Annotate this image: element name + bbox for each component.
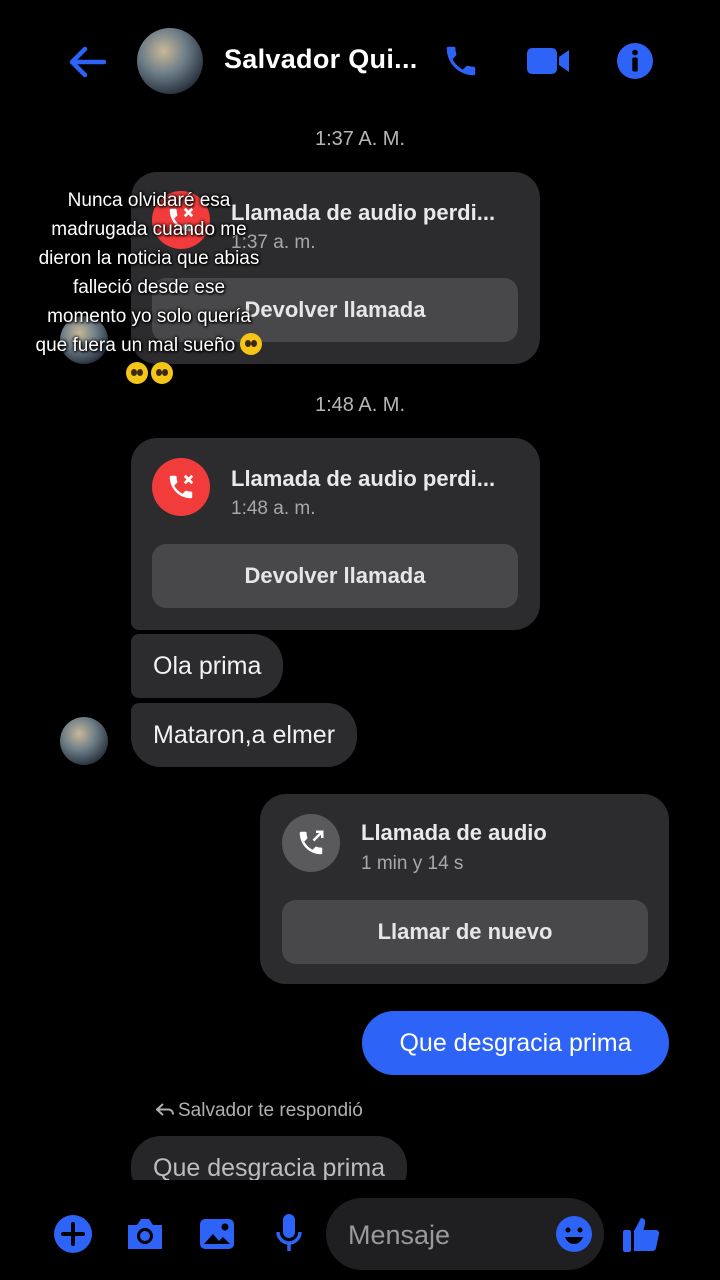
- outgoing-message[interactable]: Que desgracia prima: [362, 1011, 669, 1075]
- info-icon: [617, 43, 653, 79]
- video-call-button[interactable]: [524, 40, 572, 82]
- contact-avatar-small: [60, 717, 108, 765]
- overlay-caption: Nunca olvidaré esa madrugada cuando me d…: [14, 186, 284, 389]
- call-duration: 1 min y 14 s: [361, 853, 464, 874]
- caption-line: momento yo solo quería: [47, 306, 251, 327]
- outgoing-call-icon: [282, 814, 340, 872]
- outgoing-call-card[interactable]: Llamada de audio 1 min y 14 s Llamar de …: [260, 794, 669, 984]
- caption-line: falleció desde ese: [72, 277, 226, 298]
- add-button[interactable]: [50, 1212, 96, 1256]
- call-time: 1:48 a. m.: [231, 498, 316, 519]
- timestamp: 1:48 A. M.: [314, 394, 406, 416]
- reply-quote-clip: Que desgracia prima: [131, 1136, 441, 1180]
- phone-icon: [446, 46, 476, 76]
- back-arrow-icon: [69, 46, 106, 78]
- emoji-button[interactable]: [552, 1212, 596, 1256]
- call-back-button[interactable]: Devolver llamada: [152, 544, 518, 608]
- pleading-face-emoji: [150, 362, 173, 384]
- info-button[interactable]: [612, 38, 658, 84]
- plus-icon: [54, 1215, 92, 1253]
- camera-icon: [128, 1219, 162, 1249]
- contact-name[interactable]: Salvador Qui...: [224, 44, 418, 75]
- reply-quote[interactable]: Que desgracia prima: [131, 1136, 408, 1180]
- like-button[interactable]: [618, 1210, 664, 1258]
- audio-call-button[interactable]: [438, 38, 484, 84]
- pleading-face-emoji: [125, 362, 148, 384]
- caption-line: madrugada cuando me: [51, 219, 247, 240]
- voice-button[interactable]: [266, 1210, 312, 1256]
- back-button[interactable]: [64, 40, 110, 84]
- caption-line-with-emoji: que fuera un mal sueño: [14, 331, 284, 360]
- contact-avatar[interactable]: [137, 28, 203, 94]
- caption-line: dieron la noticia que abias: [38, 248, 260, 269]
- reply-notice-text: Salvador te respondió: [178, 1100, 363, 1121]
- pleading-face-emoji: [240, 333, 263, 355]
- missed-call-card[interactable]: Llamada de audio perdi... 1:48 a. m. Dev…: [131, 438, 540, 630]
- emoji-icon: [556, 1216, 592, 1252]
- incoming-message[interactable]: Mataron,a elmer: [131, 703, 358, 767]
- call-title: Llamada de audio: [361, 820, 547, 845]
- thumbs-up-icon: [623, 1218, 660, 1252]
- image-icon: [200, 1219, 234, 1249]
- microphone-icon: [276, 1214, 302, 1251]
- gallery-button[interactable]: [194, 1212, 240, 1256]
- caption-emoji-row: [14, 360, 284, 389]
- missed-call-icon: [152, 458, 210, 516]
- incoming-message[interactable]: Ola prima: [131, 634, 284, 698]
- camera-button[interactable]: [122, 1212, 168, 1256]
- call-title: Llamada de audio perdi...: [231, 466, 496, 491]
- reply-notice: Salvador te respondió: [155, 1100, 363, 1122]
- video-camera-icon: [527, 48, 569, 74]
- timestamp: 1:37 A. M.: [314, 128, 406, 150]
- reply-arrow-icon: [155, 1103, 174, 1116]
- call-again-button[interactable]: Llamar de nuevo: [282, 900, 648, 964]
- message-input[interactable]: [346, 1198, 550, 1272]
- caption-line: Nunca olvidaré esa: [67, 190, 231, 211]
- caption-line: que fuera un mal sueño: [35, 335, 236, 356]
- message-input-wrapper[interactable]: [326, 1198, 604, 1272]
